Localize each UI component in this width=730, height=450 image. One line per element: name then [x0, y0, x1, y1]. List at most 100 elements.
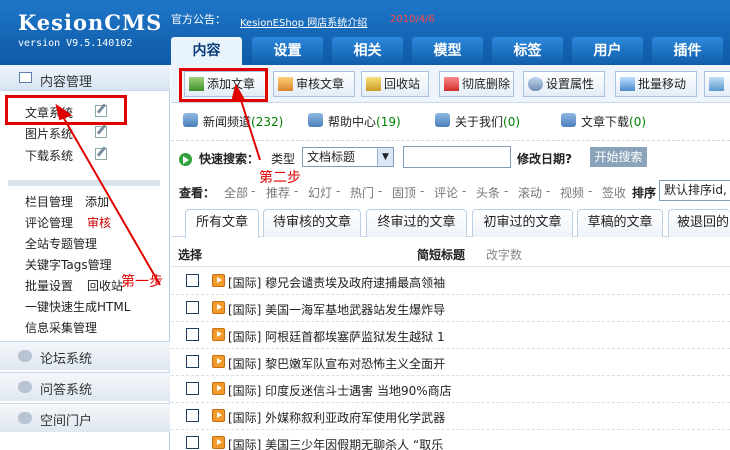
sidebar-item-batch-settings[interactable]: 批量设置 — [25, 277, 73, 294]
batch-move-button[interactable]: 批量移动 — [615, 71, 697, 97]
column-select: 选择 — [178, 248, 203, 262]
table-row[interactable]: [国际] 印度反迷信斗士遇害 当地90%商店 — [171, 376, 730, 403]
nav-tab-models[interactable]: 模型 — [412, 37, 483, 65]
table-row[interactable]: [国际] 穆兄会谴责埃及政府逮捕最高领袖 — [171, 268, 730, 295]
quick-search-bar: 快速搜索： 类型 文档标题 ▼ 修改日期? 开始搜索 — [171, 140, 730, 174]
column-word-count: 改字数 — [486, 248, 523, 262]
sidebar-item-comment-audit[interactable]: 审核 — [87, 214, 111, 231]
sidebar-section-qa[interactable]: 问答系统 — [0, 372, 170, 401]
sidebar-item-column-add[interactable]: 添加 — [85, 193, 109, 210]
filter-scroll[interactable]: 滚动 — [518, 184, 542, 201]
tab-all-articles[interactable]: 所有文章 — [185, 209, 259, 238]
filter-pinned[interactable]: 固顶 — [392, 184, 416, 201]
filter-slide[interactable]: 幻灯 — [308, 184, 332, 201]
go-arrow-icon — [179, 153, 192, 166]
article-title[interactable]: [国际] 黎巴嫩军队宣布对恐怖主义全面开 — [228, 355, 445, 372]
article-title[interactable]: [国际] 美国三少年因假期无聊杀人 “取乐 — [228, 436, 443, 450]
sort-label: 排序 — [632, 186, 657, 200]
row-checkbox[interactable] — [186, 382, 199, 395]
table-row[interactable]: [国际] 外媒称叙利亚政府军使用化学武器 — [171, 403, 730, 430]
filter-video[interactable]: 视频 — [560, 184, 584, 201]
sidebar-item-image-system[interactable]: 图片系统 — [25, 125, 73, 142]
article-title[interactable]: [国际] 外媒称叙利亚政府军使用化学武器 — [228, 409, 445, 426]
article-title[interactable]: [国际] 美国一海军基地武器站发生爆炸导 — [228, 301, 445, 318]
filter-separator: - — [420, 184, 425, 198]
table-row[interactable]: [国际] 美国一海军基地武器站发生爆炸导 — [171, 295, 730, 322]
filter-label: 查看： — [179, 186, 216, 200]
channel-about[interactable]: 关于我们(0) — [435, 113, 520, 130]
table-row[interactable]: [国际] 黎巴嫩军队宣布对恐怖主义全面开 — [171, 349, 730, 376]
sidebar-item-tags[interactable]: 关键字Tags管理 — [25, 256, 112, 273]
modify-date-label[interactable]: 修改日期? — [517, 150, 572, 167]
article-title[interactable]: [国际] 阿根廷首都埃塞萨监狱发生越狱 1 — [228, 328, 445, 345]
channel-count: (0) — [503, 115, 521, 129]
row-checkbox[interactable] — [186, 355, 199, 368]
audit-article-button[interactable]: 审核文章 — [273, 71, 355, 97]
article-icon — [212, 409, 225, 422]
sidebar-item-collect[interactable]: 信息采集管理 — [25, 319, 97, 336]
nav-tab-plugins[interactable]: 插件 — [652, 37, 723, 65]
tab-first-approved[interactable]: 初审过的文章 — [472, 209, 573, 237]
recycle-bin-button[interactable]: 回收站 — [361, 71, 429, 97]
table-row[interactable]: [国际] 阿根廷首都埃塞萨监狱发生越狱 1 — [171, 322, 730, 349]
channel-icon — [308, 113, 323, 127]
sidebar-item-download-system[interactable]: 下载系统 — [25, 147, 73, 164]
row-checkbox[interactable] — [186, 301, 199, 314]
nav-tab-settings[interactable]: 设置 — [252, 37, 323, 65]
sidebar-item-comment-manage[interactable]: 评论管理 — [25, 214, 73, 231]
filter-headline[interactable]: 头条 — [476, 184, 500, 201]
sidebar-header[interactable]: 内容管理 — [0, 65, 170, 91]
tab-draft-articles[interactable]: 草稿的文章 — [577, 209, 663, 237]
channel-name: 新闻频道 — [203, 115, 252, 129]
filter-separator: - — [588, 184, 593, 198]
table-row[interactable]: [国际] 美国三少年因假期无聊杀人 “取乐 — [171, 430, 730, 450]
section-label: 论坛系统 — [40, 352, 93, 367]
sidebar-item-generate-html[interactable]: 一键快速生成HTML — [25, 298, 130, 315]
filter-signed[interactable]: 签收 — [602, 184, 626, 201]
row-checkbox[interactable] — [186, 409, 199, 422]
delete-permanently-button[interactable]: 彻底删除 — [439, 71, 514, 97]
channel-list: 新闻频道(232) 帮助中心(19) 关于我们(0) 文章下载(0) — [171, 104, 730, 138]
notice-link[interactable]: KesionEShop 网店系统介绍 — [240, 14, 367, 29]
sidebar-item-special[interactable]: 全站专题管理 — [25, 235, 97, 252]
tab-pending-articles[interactable]: 待审核的文章 — [263, 209, 361, 237]
tab-final-approved[interactable]: 终审过的文章 — [366, 209, 467, 237]
start-search-button[interactable]: 开始搜索 — [590, 147, 647, 167]
search-type-select[interactable]: 文档标题 ▼ — [302, 147, 394, 167]
filter-all[interactable]: 全部 — [224, 184, 248, 201]
filter-hot[interactable]: 热门 — [350, 184, 374, 201]
nav-tab-related[interactable]: 相关 — [332, 37, 403, 65]
sort-select[interactable]: 默认排序id, — [659, 180, 730, 201]
article-icon — [212, 301, 225, 314]
gear-icon — [528, 77, 543, 91]
set-attributes-button[interactable]: 设置属性 — [523, 71, 605, 97]
article-icon — [212, 436, 225, 449]
channel-news[interactable]: 新闻频道(232) — [183, 113, 283, 130]
article-title[interactable]: [国际] 印度反迷信斗士遇害 当地90%商店 — [228, 382, 452, 399]
sidebar-section-space[interactable]: 空间门户 — [0, 403, 170, 432]
row-checkbox[interactable] — [186, 328, 199, 341]
sidebar-item-recycle[interactable]: 回收站 — [87, 277, 123, 294]
nav-tab-users[interactable]: 用户 — [572, 37, 643, 65]
channel-help[interactable]: 帮助中心(19) — [308, 113, 401, 130]
edit-icon[interactable] — [95, 148, 107, 160]
channel-count: (0) — [629, 115, 647, 129]
filter-comment[interactable]: 评论 — [434, 184, 458, 201]
nav-tab-tags[interactable]: 标签 — [492, 37, 563, 65]
row-checkbox[interactable] — [186, 274, 199, 287]
sidebar-item-column-manage[interactable]: 栏目管理 — [25, 193, 73, 210]
sidebar-section-forum[interactable]: 论坛系统 — [0, 341, 170, 370]
channel-name: 帮助中心 — [328, 115, 377, 129]
article-title[interactable]: [国际] 穆兄会谴责埃及政府逮捕最高领袖 — [228, 274, 445, 291]
nav-tab-content[interactable]: 内容 — [171, 37, 242, 65]
edit-icon[interactable] — [95, 126, 107, 138]
recycle-bin-icon — [366, 77, 381, 91]
audit-icon — [278, 77, 293, 91]
button-label: 回收站 — [384, 77, 421, 91]
search-input[interactable] — [403, 146, 511, 168]
tab-returned-articles[interactable]: 被退回的 — [668, 209, 730, 237]
row-checkbox[interactable] — [186, 436, 199, 449]
channel-download[interactable]: 文章下载(0) — [561, 113, 646, 130]
step1-label: 第一步 — [121, 274, 163, 290]
more-toolbar-button[interactable] — [704, 71, 730, 97]
